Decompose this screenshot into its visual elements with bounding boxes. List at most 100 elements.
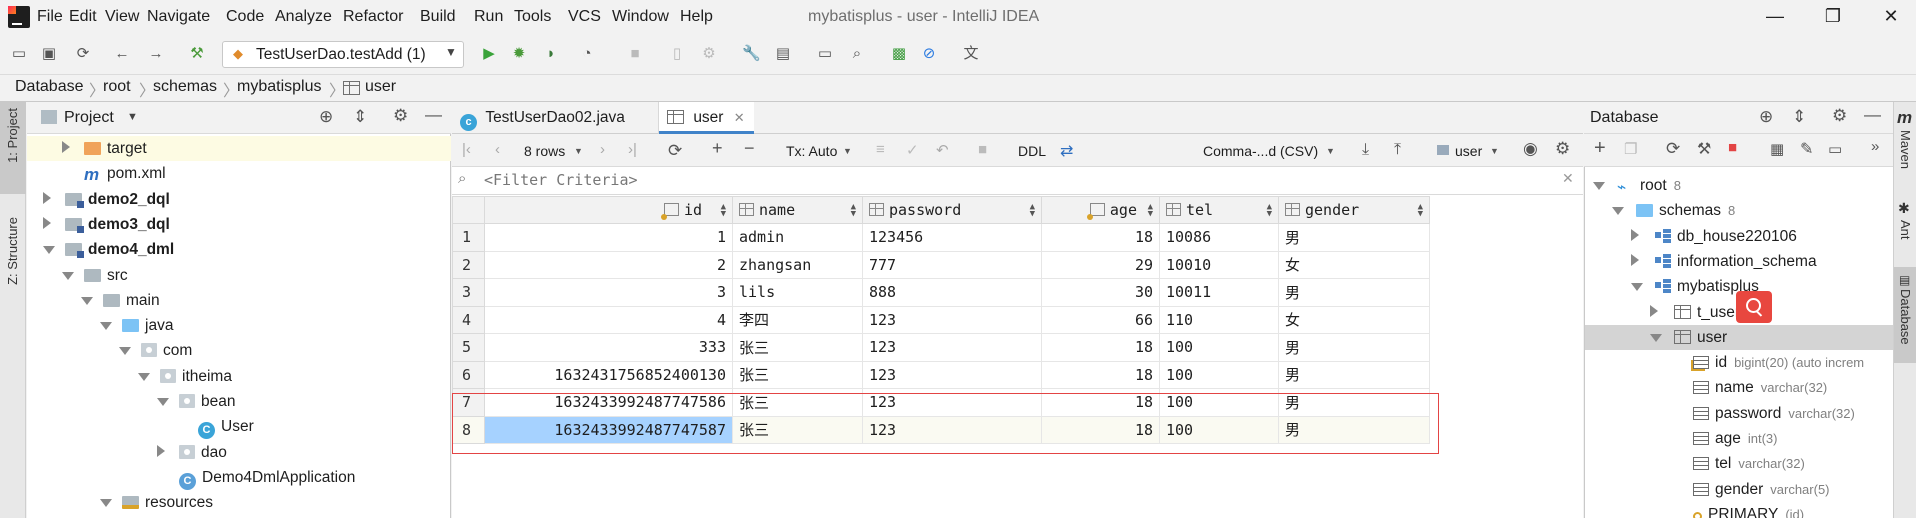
crosshair-icon[interactable]: ⊕ — [319, 107, 333, 127]
menu-refactor[interactable]: Refactor — [343, 8, 403, 26]
import-icon[interactable]: ⤒ — [1394, 141, 1401, 159]
collapsed-arrow-icon[interactable] — [1631, 228, 1639, 241]
table-row[interactable]: 5 333 张三 123 18 100 男 — [452, 333, 1430, 362]
menu-build[interactable]: Build — [420, 8, 456, 26]
close-button[interactable]: ✕ — [1876, 6, 1906, 30]
cell-age[interactable]: 18 — [1041, 223, 1160, 252]
tree-toggle[interactable] — [1612, 198, 1630, 223]
table-row[interactable]: 4 4 李四 123 66 110 女 — [452, 305, 1430, 334]
tree-toggle[interactable] — [1631, 274, 1649, 299]
gear-icon[interactable]: ⚙ — [1555, 139, 1570, 159]
attach-icon[interactable]: ▯ — [668, 45, 686, 63]
stop-icon[interactable]: ■ — [626, 45, 644, 63]
tree-toggle[interactable] — [81, 288, 99, 313]
sort-icon[interactable]: ▲ ▼ — [851, 203, 856, 219]
cell-name[interactable]: 张三 — [732, 333, 863, 362]
back-icon[interactable]: ← — [113, 45, 131, 63]
database-tree-item[interactable]: password varchar(32) — [1669, 401, 1855, 426]
menu-edit[interactable]: Edit — [69, 8, 97, 26]
run-icon[interactable]: ▶ — [480, 45, 498, 63]
tree-toggle[interactable] — [1631, 249, 1649, 274]
minimize-button[interactable]: — — [1760, 6, 1790, 30]
cell-age[interactable]: 18 — [1041, 360, 1160, 389]
row-number[interactable]: 3 — [452, 278, 485, 307]
cell-age[interactable]: 29 — [1041, 250, 1160, 279]
search-overlay-icon[interactable] — [1736, 291, 1772, 323]
cell-name[interactable]: lils — [732, 278, 863, 307]
project-tree-item[interactable]: target — [62, 136, 147, 161]
tree-toggle[interactable] — [1631, 224, 1649, 249]
cell-tel[interactable]: 10011 — [1159, 278, 1279, 307]
cell-password[interactable]: 123456 — [862, 223, 1042, 252]
project-tree-item[interactable]: C User — [176, 414, 254, 440]
breadcrumb-root[interactable]: root — [103, 78, 131, 96]
project-tree-item[interactable]: src — [62, 263, 128, 288]
breadcrumb-schemas[interactable]: schemas — [153, 78, 217, 96]
project-tree-item[interactable]: com — [119, 338, 192, 363]
gear-icon[interactable]: ⚙ — [393, 106, 408, 126]
cell-id[interactable]: 333 — [484, 333, 733, 362]
terminal-icon[interactable]: ▭ — [816, 45, 834, 63]
collapsed-arrow-icon[interactable] — [43, 191, 51, 204]
database-tree-item[interactable]: id bigint(20) (auto increm — [1669, 350, 1864, 375]
tree-toggle[interactable] — [43, 237, 61, 262]
save-all-icon[interactable]: ▣ — [40, 45, 58, 63]
project-tree-item[interactable]: demo2_dql — [43, 187, 170, 212]
first-page-icon[interactable]: |‹ — [462, 141, 471, 158]
project-structure-icon[interactable]: ▤ — [774, 45, 792, 63]
tree-toggle[interactable] — [157, 389, 175, 414]
tree-toggle[interactable] — [138, 364, 156, 389]
column-header-age[interactable]: age ▲ ▼ — [1041, 196, 1160, 224]
database-tree-item[interactable]: schemas 8 — [1612, 198, 1735, 223]
cell-age[interactable]: 30 — [1041, 278, 1160, 307]
close-tab-icon[interactable]: ✕ — [734, 110, 745, 125]
cancel-query-icon[interactable]: ■ — [978, 141, 987, 158]
project-tree-item[interactable]: C Demo4DmlApplication — [157, 465, 355, 490]
cell-name[interactable]: 李四 — [732, 305, 863, 334]
database-strip-tab[interactable]: ▤ Database — [1894, 267, 1916, 363]
cell-name[interactable]: admin — [732, 223, 863, 252]
expanded-arrow-icon[interactable] — [1612, 207, 1624, 216]
search-everywhere-icon[interactable]: ⌕ — [848, 45, 866, 63]
collapse-all-icon[interactable]: ⇕ — [353, 107, 367, 127]
database-tree-item[interactable]: tel varchar(32) — [1669, 451, 1805, 476]
expanded-arrow-icon[interactable] — [1650, 333, 1662, 342]
breadcrumb-database[interactable]: Database — [15, 78, 84, 96]
collapsed-arrow-icon[interactable] — [62, 141, 70, 153]
sort-icon[interactable]: ▲ ▼ — [1030, 203, 1035, 219]
cell-tel[interactable]: 10010 — [1159, 250, 1279, 279]
filter-criteria-input[interactable]: <Filter Criteria> — [484, 171, 1544, 189]
cell-gender[interactable]: 男 — [1278, 278, 1430, 307]
translate-icon[interactable]: 文 — [962, 45, 980, 63]
cell-gender[interactable]: 男 — [1278, 333, 1430, 362]
database-tree-item[interactable]: db_house220106 — [1631, 224, 1797, 249]
database-tree-item[interactable]: gender varchar(5) — [1669, 477, 1830, 502]
row-number[interactable]: 1 — [452, 223, 485, 252]
cell-id[interactable]: 3 — [484, 278, 733, 307]
settings-cog-icon[interactable]: ⚙ — [700, 45, 718, 63]
cell-gender[interactable]: 女 — [1278, 250, 1430, 279]
tree-toggle[interactable] — [43, 187, 61, 212]
database-tree-item[interactable]: t_user — [1650, 300, 1740, 325]
coverage-icon[interactable]: ◗ — [542, 45, 560, 63]
menu-tools[interactable]: Tools — [514, 8, 551, 26]
schema-settings-icon[interactable]: ⚒ — [1697, 139, 1711, 159]
column-header-id[interactable]: id ▲ ▼ — [484, 196, 733, 224]
table-view-icon[interactable]: ▦ — [1770, 140, 1784, 158]
collapsed-arrow-icon[interactable] — [43, 216, 51, 229]
debug-icon[interactable]: ✹ — [510, 45, 528, 63]
cell-tel[interactable]: 100 — [1159, 360, 1279, 389]
tree-toggle[interactable] — [1650, 300, 1668, 325]
cell-password[interactable]: 123 — [862, 360, 1042, 389]
expanded-arrow-icon[interactable] — [1631, 283, 1643, 292]
expanded-arrow-icon[interactable] — [43, 246, 55, 255]
table-row[interactable]: 3 3 lils 888 30 10011 男 — [452, 278, 1430, 307]
tree-toggle[interactable] — [62, 263, 80, 288]
chevron-down-icon[interactable]: ▼ — [127, 111, 138, 123]
tree-toggle[interactable] — [1650, 325, 1668, 350]
schema-select[interactable]: user — [1455, 143, 1482, 159]
eye-icon[interactable]: ◉ — [1523, 139, 1538, 159]
expanded-arrow-icon[interactable] — [81, 296, 93, 305]
sort-icon[interactable]: ▲ ▼ — [1148, 203, 1153, 219]
column-header-name[interactable]: name ▲ ▼ — [732, 196, 863, 224]
